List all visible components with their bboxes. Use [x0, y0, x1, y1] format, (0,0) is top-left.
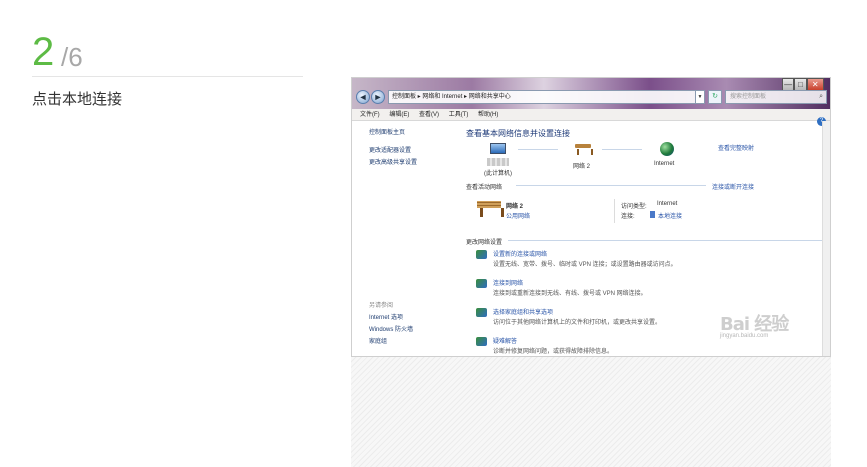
menu-file[interactable]: 文件(F) [360, 109, 380, 121]
active-networks-heading: 查看活动网络 [466, 185, 503, 191]
local-connection-link[interactable]: 本地连接 [658, 211, 682, 220]
menu-tools[interactable]: 工具(T) [449, 109, 469, 121]
section-divider [508, 240, 822, 241]
step-current: 2 [32, 30, 55, 74]
search-input[interactable]: 搜索控制面板 ⌕ [725, 90, 827, 104]
section-divider [516, 185, 706, 186]
image-placeholder-area [351, 357, 831, 467]
task-homegroup[interactable]: 选择家庭组和共享选项 [493, 307, 553, 316]
step-instruction: 点击本地连接 [32, 90, 123, 108]
task-desc: 诊断并修复网络问题，或获得故障排除信息。 [493, 349, 614, 355]
access-type-label: 访问类型: [621, 204, 647, 210]
active-network-name: 网络 2 [506, 204, 524, 210]
sidebar-item-adapter[interactable]: 更改适配器设置 [369, 145, 411, 154]
public-network-link[interactable]: 公用网络 [506, 211, 530, 220]
map-connector [602, 149, 642, 150]
address-bar[interactable]: 控制面板 ▸ 网络和 Internet ▸ 网络和共享中心 [388, 90, 702, 104]
sidebar-item-internet-options[interactable]: Internet 选项 [369, 312, 403, 321]
network-bench-icon [574, 143, 593, 155]
computer-name-blur [487, 158, 509, 166]
back-button[interactable]: ◄ [356, 90, 370, 104]
menu-edit[interactable]: 编辑(E) [389, 109, 409, 121]
vertical-divider [614, 199, 615, 223]
sidebar-item-sharing[interactable]: 更改高级共享设置 [369, 157, 417, 166]
computer-icon [490, 143, 506, 154]
task-connect-network[interactable]: 连接到网络 [493, 278, 523, 287]
new-connection-icon [476, 250, 487, 259]
map-connector [518, 149, 558, 150]
sidebar-item-homegroup[interactable]: 家庭组 [369, 336, 387, 345]
sidebar-item-firewall[interactable]: Windows 防火墙 [369, 324, 413, 333]
screenshot-window: — □ ✕ ◄ ► 控制面板 ▸ 网络和 Internet ▸ 网络和共享中心 … [351, 77, 831, 357]
menu-help[interactable]: 帮助(H) [478, 109, 498, 121]
window-titlebar: — □ ✕ ◄ ► 控制面板 ▸ 网络和 Internet ▸ 网络和共享中心 … [352, 78, 830, 109]
task-desc: 设置无线、宽带、拨号、临时或 VPN 连接；或设置路由器或访问点。 [493, 262, 677, 268]
scrollbar[interactable] [822, 121, 830, 356]
network-adapter-icon [650, 211, 655, 218]
task-new-connection[interactable]: 设置新的连接或网络 [493, 249, 547, 258]
search-placeholder: 搜索控制面板 [730, 94, 767, 100]
internet-label: Internet [654, 161, 675, 167]
task-troubleshoot[interactable]: 疑难解答 [493, 336, 517, 345]
address-dropdown-icon[interactable]: ▼ [695, 90, 705, 104]
step-total: /6 [61, 42, 83, 72]
task-desc: 连接到或重新连接到无线、有线、拨号或 VPN 网络连接。 [493, 291, 647, 297]
sidebar-item-home[interactable]: 控制面板主页 [369, 127, 405, 136]
search-icon[interactable]: ⌕ [819, 91, 823, 103]
watermark-url: jingyan.baidu.com [720, 333, 769, 339]
troubleshoot-icon [476, 337, 487, 346]
access-type-value: Internet [657, 201, 678, 207]
full-map-link[interactable]: 查看完整映射 [718, 143, 754, 152]
refresh-icon[interactable]: ↻ [708, 90, 722, 104]
menu-bar: 文件(F) 编辑(E) 查看(V) 工具(T) 帮助(H) [352, 109, 830, 121]
sidebar: 控制面板主页 更改适配器设置 更改高级共享设置 另请参阅 Internet 选项… [352, 121, 456, 356]
page-title: 查看基本网络信息并设置连接 [466, 129, 570, 138]
network-label: 网络 2 [573, 164, 591, 170]
step-indicator: 2 /6 [32, 30, 303, 77]
globe-icon [660, 142, 674, 156]
connect-network-icon [476, 279, 487, 288]
connection-label: 连接: [621, 214, 635, 220]
change-settings-heading: 更改网络设置 [466, 240, 503, 246]
task-desc: 访问位于其他网络计算机上的文件和打印机，或更改共享设置。 [493, 320, 662, 326]
see-also-heading: 另请参阅 [369, 303, 394, 309]
forward-button[interactable]: ► [371, 90, 385, 104]
menu-view[interactable]: 查看(V) [419, 109, 439, 121]
network-bench-icon-large [476, 200, 504, 218]
connect-disconnect-link[interactable]: 连接或断开连接 [712, 182, 754, 191]
computer-label: (此计算机) [484, 171, 512, 177]
homegroup-icon [476, 308, 487, 317]
